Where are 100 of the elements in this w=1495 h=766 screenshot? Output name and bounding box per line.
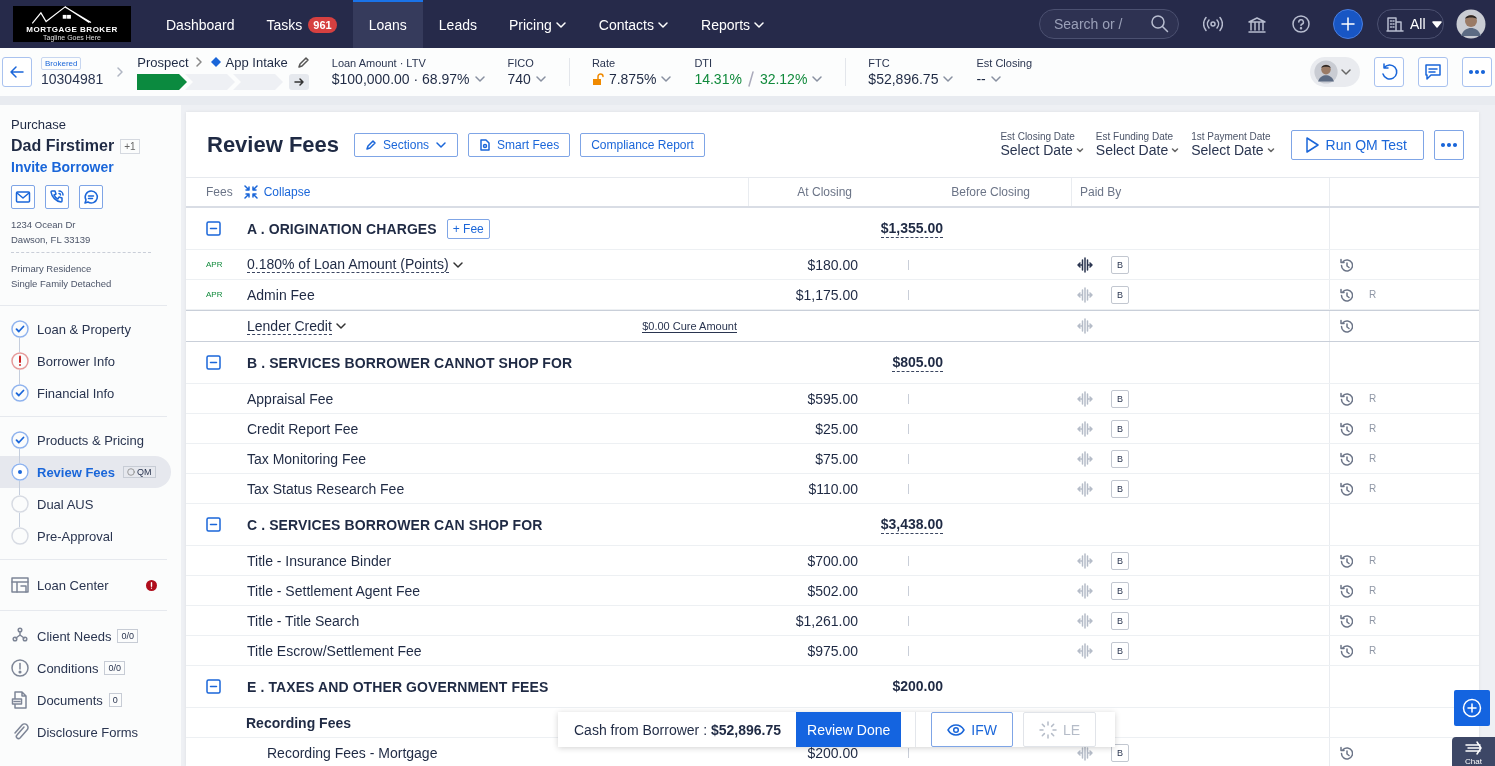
nav-tab[interactable]: Pricing — [492, 0, 583, 48]
back-button[interactable] — [2, 57, 32, 87]
payer-tag[interactable]: B — [1111, 611, 1129, 630]
more-icon — [1468, 67, 1486, 77]
more-button[interactable] — [1434, 129, 1464, 160]
fee-amount: $110.00 — [808, 480, 858, 497]
nav-tab[interactable]: Contacts — [582, 0, 685, 48]
nav-tab[interactable]: Tasks 961 — [250, 0, 353, 48]
payer-tag[interactable]: B — [1111, 255, 1129, 274]
nav-tab[interactable]: Leads — [422, 0, 493, 48]
email-button[interactable] — [11, 185, 35, 209]
history-icon[interactable] — [1339, 583, 1353, 598]
date-label: Est Funding Date — [1095, 131, 1175, 142]
minus-square-icon[interactable] — [206, 679, 221, 694]
step-item[interactable]: Financial Info — [0, 377, 171, 409]
metric-label: Loan Amount · LTV — [331, 57, 427, 69]
refresh-button[interactable] — [1374, 57, 1404, 87]
assignee-dropdown[interactable] — [1310, 57, 1360, 87]
review-done-button[interactable]: Review Done — [796, 712, 902, 747]
loan-number: 10304981 — [41, 71, 104, 87]
payer-tag[interactable]: B — [1111, 479, 1129, 498]
chat-button[interactable]: Chat — [1452, 737, 1495, 766]
payer-tag[interactable]: B — [1111, 581, 1129, 600]
nav-tab[interactable]: Reports — [685, 0, 782, 48]
tool-link[interactable]: Disclosure Forms — [0, 716, 171, 748]
toolbar-button[interactable]: Compliance Report — [580, 132, 705, 157]
date-dropdown[interactable]: Select Date — [1191, 142, 1275, 158]
borrower-name: Dad Firstimer — [11, 137, 115, 155]
history-icon[interactable] — [1339, 553, 1353, 568]
history-icon[interactable] — [1339, 257, 1353, 272]
history-icon[interactable] — [1339, 391, 1353, 406]
nav-tab[interactable]: Loans — [352, 0, 423, 48]
help-icon[interactable] — [1291, 14, 1311, 34]
payer-tag[interactable]: B — [1111, 419, 1129, 438]
empty-circle-icon — [11, 527, 29, 545]
chevron-down-icon — [811, 73, 824, 85]
history-icon[interactable] — [1339, 745, 1353, 760]
broadcast-icon[interactable] — [1203, 15, 1223, 33]
fee-dropdown[interactable]: 0.180% of Loan Amount (Points) — [247, 256, 464, 273]
history-icon[interactable] — [1339, 421, 1353, 436]
fee-dropdown[interactable]: Lender Credit — [247, 317, 347, 335]
history-icon[interactable] — [1339, 613, 1353, 628]
history-icon[interactable] — [1339, 287, 1353, 302]
history-icon[interactable] — [1339, 319, 1353, 333]
search-field[interactable]: Search or / — [1039, 9, 1179, 39]
loan-center-link[interactable]: Loan Center — [0, 569, 171, 601]
tool-link[interactable]: Conditions 0/0 — [0, 652, 171, 684]
cure-amount-link[interactable]: $0.00 Cure Amount — [642, 319, 737, 333]
minus-square-icon[interactable] — [206, 517, 221, 532]
comment-button[interactable] — [1418, 57, 1448, 87]
step-item[interactable]: Loan & Property — [0, 313, 171, 345]
history-icon[interactable] — [1339, 451, 1353, 466]
history-icon[interactable] — [1339, 481, 1353, 496]
split-icon[interactable] — [1077, 256, 1093, 273]
step-item[interactable]: Review Fees QM — [0, 456, 171, 488]
minus-square-icon[interactable] — [206, 355, 221, 370]
section-total: $3,438.00 — [880, 515, 943, 534]
metric-label: Rate — [591, 57, 617, 69]
pencil-icon[interactable] — [296, 55, 310, 69]
diamond-icon — [210, 57, 221, 67]
payer-tag[interactable]: B — [1111, 641, 1129, 660]
message-button[interactable] — [79, 185, 103, 209]
run-test-button[interactable]: Run QM Test — [1290, 129, 1424, 160]
user-avatar[interactable] — [1456, 9, 1486, 39]
payer-tag[interactable]: B — [1111, 285, 1129, 304]
ifw-button[interactable]: IFW — [931, 712, 1013, 747]
chevron-down-icon — [942, 73, 955, 85]
minus-square-icon[interactable] — [206, 221, 221, 236]
tool-link[interactable]: Documents 0 — [0, 684, 171, 716]
metric-value: 740 — [507, 71, 531, 87]
metric-value: -- — [976, 71, 986, 87]
step-item[interactable]: Borrower Info — [0, 345, 171, 377]
payer-tag[interactable]: B — [1111, 449, 1129, 468]
date-dropdown[interactable]: Select Date — [1095, 142, 1180, 158]
step-item[interactable]: Dual AUS — [0, 488, 171, 520]
collapse-link[interactable]: Collapse — [242, 184, 311, 200]
next-stage-button[interactable] — [289, 73, 310, 90]
tool-link[interactable]: Client Needs 0/0 — [0, 620, 171, 652]
metric-value: $100,000.00 · 68.97% — [331, 71, 470, 87]
date-dropdown[interactable]: Select Date — [1000, 142, 1084, 158]
metric-value: 14.31% — [694, 71, 742, 87]
refresh-icon — [1380, 63, 1398, 81]
add-fee-button[interactable]: + Fee — [446, 218, 490, 239]
more-button[interactable] — [1462, 57, 1492, 87]
history-icon[interactable] — [1339, 643, 1353, 658]
bank-icon[interactable] — [1247, 14, 1267, 34]
toolbar-button[interactable]: Sections — [354, 132, 459, 157]
add-button[interactable] — [1333, 9, 1363, 39]
invite-link[interactable]: Invite Borrower — [11, 159, 170, 175]
toolbar-button[interactable]: Smart Fees — [468, 132, 571, 157]
step-item[interactable]: Products & Pricing — [0, 424, 171, 456]
call-button[interactable] — [45, 185, 69, 209]
paperclip-icon — [11, 723, 29, 741]
step-item[interactable]: Pre-Approval — [0, 520, 171, 552]
payer-tag[interactable]: B — [1111, 551, 1129, 570]
co-borrower-badge[interactable]: +1 — [120, 138, 140, 154]
fee-name: Credit Report Fee — [247, 420, 359, 437]
payer-tag[interactable]: B — [1111, 389, 1129, 408]
add-button[interactable] — [1454, 690, 1490, 726]
nav-tab[interactable]: Dashboard — [150, 0, 251, 48]
